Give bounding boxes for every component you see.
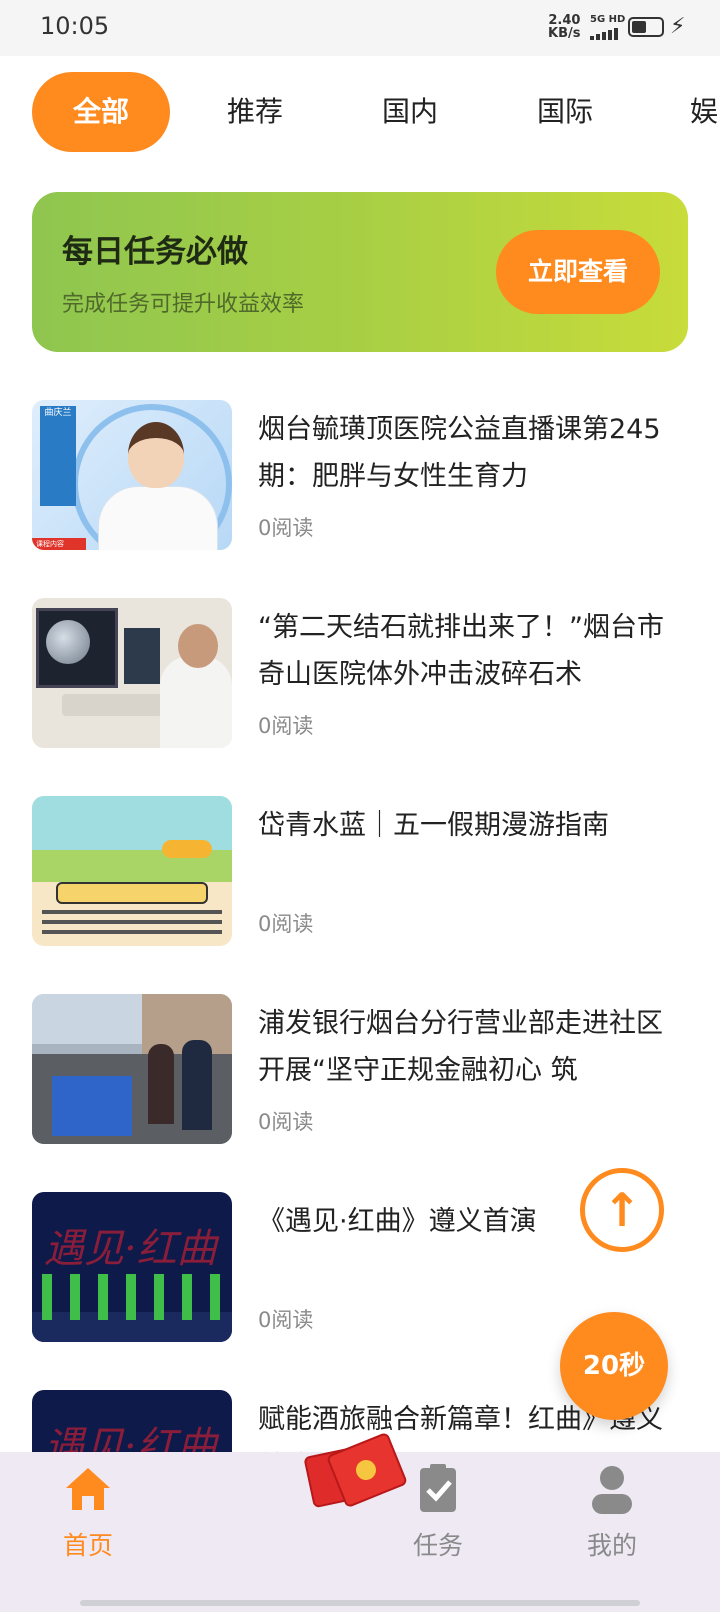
reading-timer-button[interactable]: 20秒 [560, 1312, 668, 1420]
nav-home[interactable]: 首页 [18, 1460, 158, 1562]
news-read-count: 0阅读 [258, 714, 314, 738]
nav-profile-label: 我的 [586, 1531, 637, 1560]
clipboard-check-icon [410, 1460, 466, 1516]
network-speed: 2.40 KB/s [548, 14, 580, 40]
news-title: 岱青水蓝｜五一假期漫游指南 [258, 810, 609, 841]
news-item[interactable]: 浦发银行烟台分行营业部走进社区开展“坚守正规金融初心 筑 0阅读 [32, 994, 688, 1144]
category-tabs: 全部 推荐 国内 国际 娱 [0, 56, 720, 166]
status-time: 10:05 [40, 12, 110, 40]
nav-tasks-label: 任务 [412, 1531, 463, 1560]
charging-icon: ⚡ [670, 14, 686, 39]
scroll-to-top-button[interactable]: ↑ [580, 1168, 664, 1252]
network-speed-unit: KB/s [548, 26, 581, 41]
user-icon [584, 1460, 640, 1516]
news-read-count: 0阅读 [258, 912, 314, 936]
news-read-count: 0阅读 [258, 1110, 314, 1134]
task-banner-title: 每日任务必做 [62, 234, 248, 270]
news-thumbnail [32, 994, 232, 1144]
news-read-count: 0阅读 [258, 1308, 314, 1332]
nav-profile[interactable]: 我的 [542, 1460, 682, 1562]
daily-task-banner[interactable]: 每日任务必做 完成任务可提升收益效率 立即查看 [32, 192, 688, 352]
home-icon [60, 1460, 116, 1516]
news-thumbnail [32, 598, 232, 748]
tab-domestic[interactable]: 国内 [355, 72, 465, 152]
tab-recommended[interactable]: 推荐 [200, 72, 310, 152]
news-thumbnail: 曲庆兰 课程内容 [32, 400, 232, 550]
thumbnail-caption: 曲庆兰 [40, 406, 76, 506]
news-item[interactable]: 曲庆兰 课程内容 烟台毓璜顶医院公益直播课第245期：肥胖与女性生育力 0阅读 [32, 400, 688, 550]
news-read-count: 0阅读 [258, 516, 314, 540]
news-item[interactable]: 岱青水蓝｜五一假期漫游指南 0阅读 [32, 796, 688, 946]
arrow-up-icon: ↑ [602, 1183, 642, 1237]
tab-all[interactable]: 全部 [32, 72, 170, 152]
status-bar: 10:05 2.40 KB/s 5G HD ⚡ [0, 0, 720, 56]
home-indicator[interactable] [80, 1600, 640, 1606]
signal-icon [590, 28, 620, 40]
network-type: 5G HD [590, 14, 626, 25]
battery-icon [628, 17, 664, 37]
news-title: “第二天结石就排出来了！”烟台市奇山医院体外冲击波碎石术 [258, 612, 664, 690]
red-packet-icon[interactable] [303, 1431, 409, 1509]
news-title: 烟台毓璜顶医院公益直播课第245期：肥胖与女性生育力 [258, 414, 661, 492]
nav-home-label: 首页 [62, 1531, 113, 1560]
tab-entertainment[interactable]: 娱 [690, 72, 720, 152]
news-thumbnail: 遇见·红曲 [32, 1192, 232, 1342]
thumbnail-caption: 遇见·红曲 [44, 1226, 217, 1272]
news-thumbnail [32, 796, 232, 946]
news-item[interactable]: “第二天结石就排出来了！”烟台市奇山医院体外冲击波碎石术 0阅读 [32, 598, 688, 748]
news-title: 浦发银行烟台分行营业部走进社区开展“坚守正规金融初心 筑 [258, 1008, 663, 1086]
thumbnail-tag: 课程内容 [32, 538, 86, 550]
task-banner-subtitle: 完成任务可提升收益效率 [62, 292, 305, 317]
tab-international[interactable]: 国际 [510, 72, 620, 152]
view-now-button[interactable]: 立即查看 [496, 230, 660, 314]
